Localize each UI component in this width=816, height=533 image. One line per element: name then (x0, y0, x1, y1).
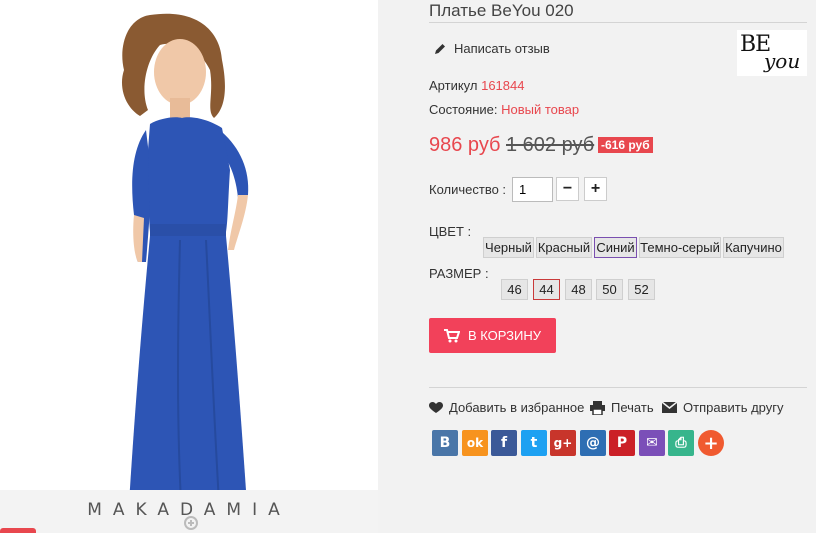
quantity-label: Количество : (429, 182, 507, 197)
quantity-input[interactable] (512, 177, 553, 202)
condition-label: Состояние: (429, 102, 498, 117)
promo-tab[interactable] (0, 528, 36, 533)
quantity-decrease-button[interactable]: − (556, 177, 579, 201)
sku-label: Артикул (429, 78, 478, 93)
add-to-wishlist-link[interactable]: Добавить в избранное (429, 400, 584, 415)
more-share-icon[interactable]: + (698, 430, 724, 456)
pinterest-icon[interactable]: P (609, 430, 635, 456)
discount-badge: -616 руб (598, 137, 653, 153)
write-review-link[interactable]: Написать отзыв (433, 41, 550, 56)
odnoklassniki-icon[interactable]: ok (462, 430, 488, 456)
dress-model-illustration (0, 13, 378, 533)
divider (429, 22, 807, 23)
color-option-dark-grey[interactable]: Темно-серый (639, 237, 721, 258)
sku-value: 161844 (481, 78, 525, 93)
brand-logo-you: you (764, 49, 801, 73)
condition-line: Состояние: Новый товар (429, 102, 579, 117)
add-to-cart-button[interactable]: В КОРЗИНУ (429, 318, 556, 353)
size-option-50[interactable]: 50 (596, 279, 623, 300)
color-option-cappuccino[interactable]: Капучино (723, 237, 784, 258)
old-price: 1 602 руб (506, 134, 595, 156)
size-option-48[interactable]: 48 (565, 279, 592, 300)
print-link[interactable]: Печать (590, 400, 654, 415)
add-to-cart-label: В КОРЗИНУ (467, 328, 542, 343)
cart-icon (443, 328, 460, 342)
zoom-icon[interactable] (182, 514, 202, 533)
print-share-icon[interactable]: ⎙ (668, 430, 694, 456)
size-option-52[interactable]: 52 (628, 279, 655, 300)
pencil-icon (435, 43, 445, 54)
condition-value: Новый товар (501, 102, 580, 117)
color-option-red[interactable]: Красный (536, 237, 592, 258)
facebook-icon[interactable]: f (491, 430, 517, 456)
write-review-label: Написать отзыв (454, 41, 550, 56)
print-label: Печать (611, 400, 654, 415)
google-plus-icon[interactable]: g+ (550, 430, 576, 456)
send-to-friend-link[interactable]: Отправить другу (662, 400, 783, 415)
product-title: Платье BeYou 020 (429, 1, 574, 20)
heart-icon (429, 401, 443, 413)
email-icon[interactable]: ✉ (639, 430, 665, 456)
sku-line: Артикул 161844 (429, 78, 524, 93)
printer-icon (590, 400, 605, 415)
size-option-46[interactable]: 46 (501, 279, 528, 300)
color-option-blue[interactable]: Синий (594, 237, 637, 258)
mailru-icon[interactable]: @ (580, 430, 606, 456)
twitter-icon[interactable]: t (521, 430, 547, 456)
color-label: ЦВЕТ : (429, 224, 472, 239)
envelope-icon (662, 402, 677, 413)
brand-logo[interactable]: BE you (737, 30, 807, 76)
vk-icon[interactable]: B (432, 430, 458, 456)
quantity-increase-button[interactable]: + (584, 177, 607, 201)
add-to-wishlist-label: Добавить в избранное (449, 400, 585, 415)
size-label: РАЗМЕР : (429, 266, 489, 281)
product-photo[interactable]: MAKADAMIA (0, 0, 378, 533)
send-to-friend-label: Отправить другу (683, 400, 784, 415)
divider (429, 387, 807, 388)
size-option-44[interactable]: 44 (533, 279, 560, 300)
current-price: 986 руб (429, 134, 501, 156)
color-option-black[interactable]: Черный (483, 237, 534, 258)
